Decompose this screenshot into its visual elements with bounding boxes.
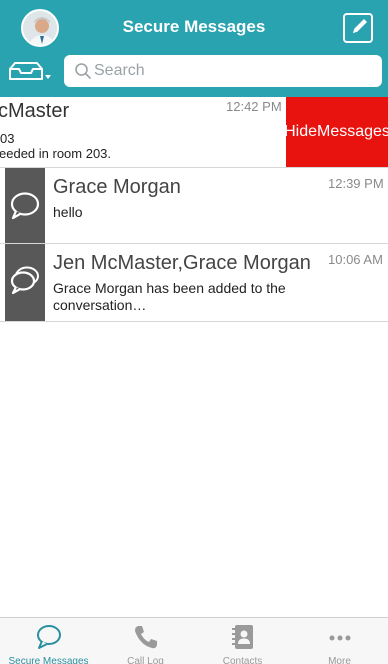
conversation-time: 12:39 PM [328,176,384,191]
chat-bubble-icon [10,192,40,220]
chevron-down-icon [45,75,51,79]
group-chat-icon [10,266,39,295]
conversation-preview: hello [53,204,83,220]
conversation-name: cMaster [0,100,70,122]
contacts-book-icon [231,625,253,649]
compose-button[interactable] [343,13,373,43]
more-dots-icon [329,635,350,641]
search-input[interactable] [94,55,374,87]
conversation-time: 10:06 AM [328,252,383,267]
conversation-preview: Grace Morgan has been added to the conve… [53,280,286,313]
tab-bar: Secure Messages Call Log Contacts More [0,617,388,664]
search-bar[interactable] [64,55,382,87]
search-icon [75,63,91,79]
conversation-row[interactable]: Jen McMaster,Grace Morgan 10:06 AM Grace… [0,244,388,322]
app-header: Secure Messages [0,0,388,97]
conversation-name: Jen McMaster,Grace Morgan [53,252,311,274]
tab-label: More [328,656,351,664]
conversation-type-strip [5,244,45,321]
conversation-list: cMaster 12:42 PM 03 eeded in room 203. H… [0,97,388,322]
conversation-type-strip [5,168,45,243]
phone-icon [134,626,157,649]
tab-contacts[interactable]: Contacts [194,618,291,664]
conversation-time: 12:42 PM [226,99,282,114]
conversation-row[interactable]: cMaster 12:42 PM 03 eeded in room 203. H… [0,97,388,168]
title-bar: Secure Messages [0,0,388,52]
page-title: Secure Messages [122,17,266,36]
tab-call-log[interactable]: Call Log [97,618,194,664]
compose-icon [353,19,367,33]
conversation-row[interactable]: Grace Morgan 12:39 PM hello [0,168,388,244]
conversation-preview: eeded in room 203. [0,146,112,161]
inbox-tray-icon [9,62,51,80]
tab-more[interactable]: More [291,618,388,664]
inbox-filter-button[interactable] [6,56,54,88]
tab-secure-messages[interactable]: Secure Messages [0,618,97,664]
hide-messages-button[interactable]: Hide Messages [284,97,388,167]
chat-bubble-icon [36,625,61,649]
conversation-room: 03 [0,131,15,146]
conversation-name: Grace Morgan [53,176,181,198]
